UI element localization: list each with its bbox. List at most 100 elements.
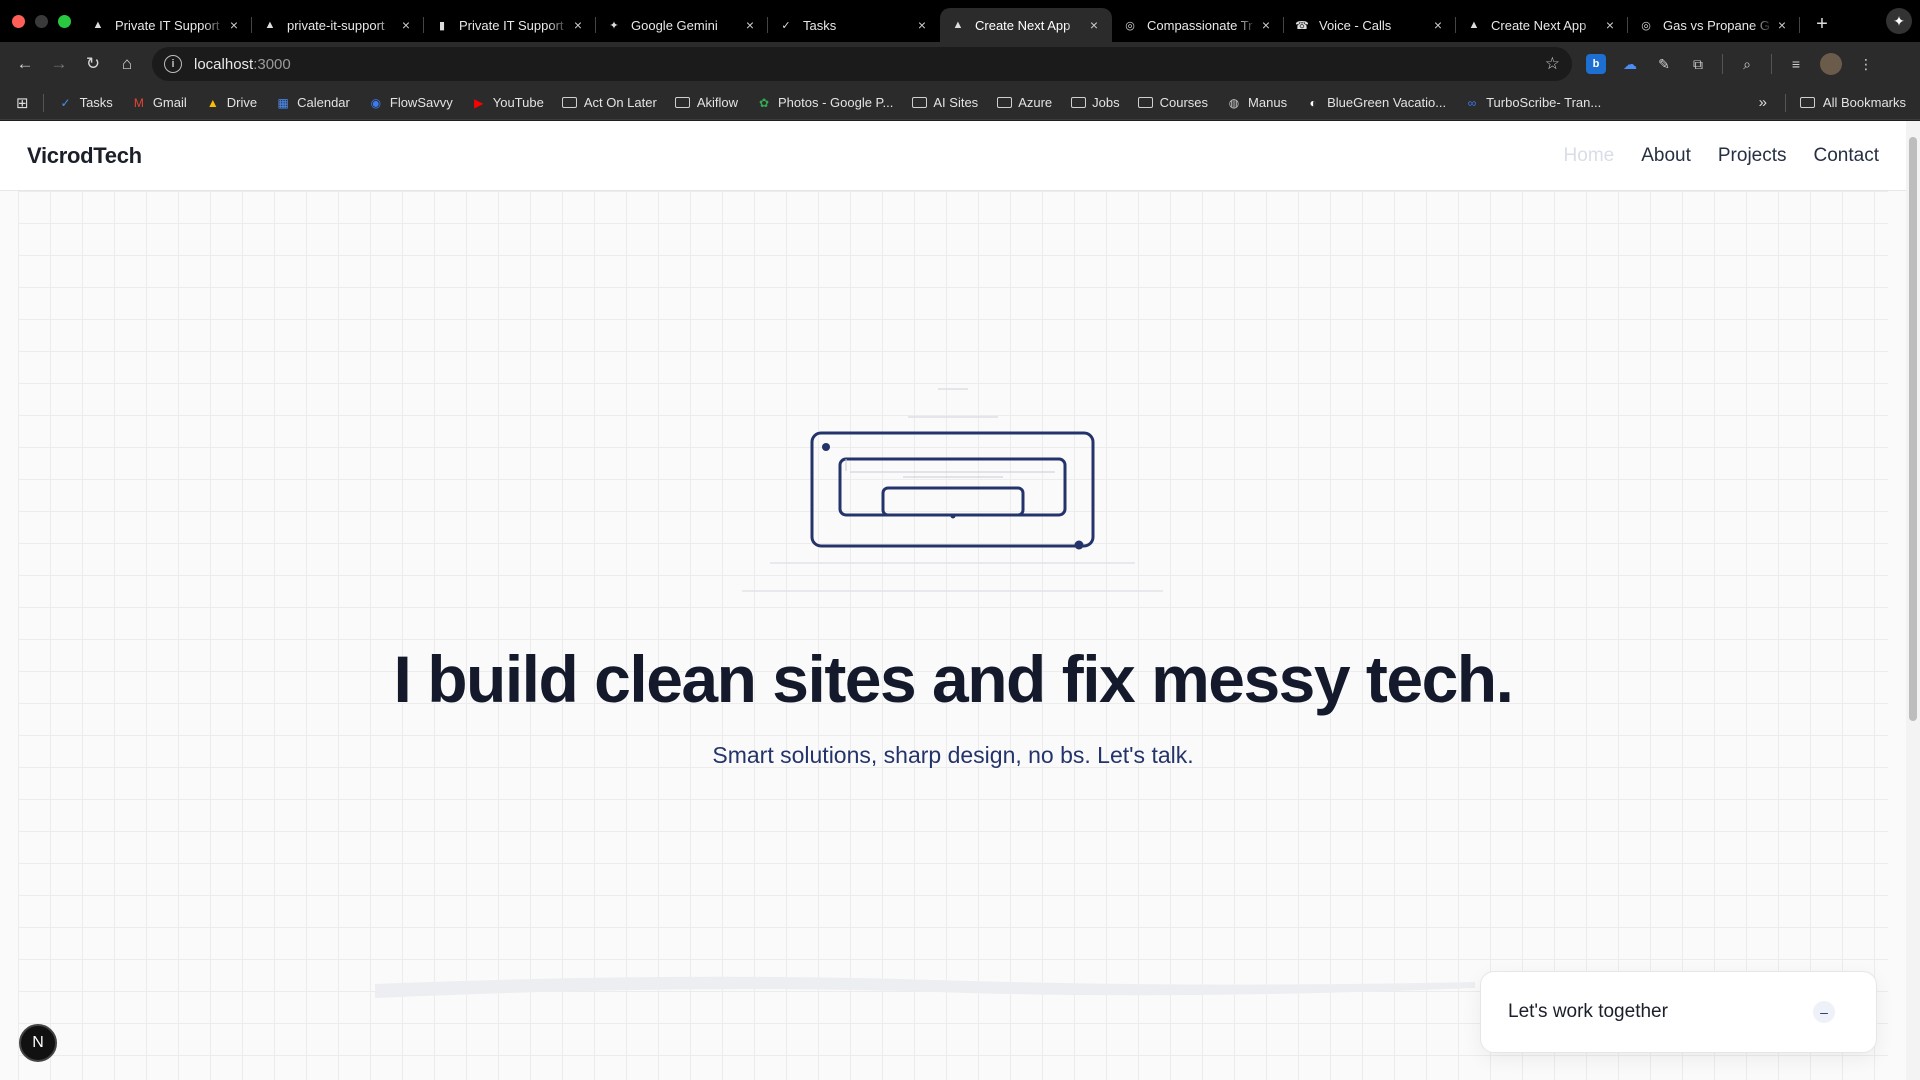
tab-favicon-icon: ▲ (264, 19, 276, 31)
tab-close-icon[interactable]: × (1086, 17, 1102, 33)
tab-favicon-icon: ▲ (952, 19, 964, 31)
browser-tab[interactable]: ▲ private-it-support × (252, 8, 424, 42)
bookmark-item[interactable]: AI Sites (911, 95, 978, 111)
gemini-sparkle-icon[interactable]: ✦ (1886, 8, 1912, 34)
bookmark-item[interactable]: ◍ Manus (1226, 95, 1287, 111)
forward-arrow-icon[interactable]: → (42, 47, 76, 81)
tab-close-icon[interactable]: × (1774, 17, 1790, 33)
tab-favicon-icon: ✓ (781, 19, 791, 32)
nextjs-dev-indicator[interactable]: N (19, 1024, 57, 1062)
folder-icon (996, 95, 1012, 111)
bookmarks-divider (42, 93, 44, 112)
nav-link-about[interactable]: About (1641, 145, 1691, 167)
bookmark-list: ✓ Tasks M Gmail ▲ Drive ▦ Calendar ◉ FlowSavvy ▶ Yo… (58, 95, 1620, 111)
nav-link-contact[interactable]: Contact (1814, 145, 1879, 167)
browser-tab[interactable]: ✓ Tasks × (768, 8, 940, 42)
extension-cloud-icon[interactable]: ☁ (1620, 54, 1640, 74)
bookmark-label: BlueGreen Vacatio... (1327, 95, 1447, 110)
address-bar[interactable]: i localhost:3000 ☆ (152, 47, 1572, 81)
site-info-icon[interactable]: i (164, 55, 182, 73)
cta-toggle-button[interactable]: – (1813, 1001, 1835, 1023)
bookmark-item[interactable]: Jobs (1070, 95, 1120, 111)
tab-list: ▲ Private IT Support × ▲ private-it-support ×… (80, 0, 1800, 42)
bookmark-item[interactable]: ✓ Tasks (58, 95, 113, 111)
reload-icon[interactable]: ↻ (76, 47, 110, 81)
reading-list-icon[interactable]: ≡ (1786, 54, 1806, 74)
bookmark-label: Gmail (152, 95, 187, 110)
nav-link-projects[interactable]: Projects (1718, 145, 1787, 167)
bookmark-label: TurboScribe- Tran... (1486, 95, 1602, 110)
bookmark-item[interactable]: ◉ FlowSavvy (368, 95, 453, 111)
bookmark-label: Manus (1248, 95, 1288, 110)
back-arrow-icon[interactable]: ← (8, 47, 42, 81)
profile-avatar[interactable] (1820, 53, 1842, 75)
extensions-puzzle-icon[interactable]: ⧉ (1688, 54, 1708, 74)
all-bookmarks-button[interactable]: All Bookmarks (1799, 95, 1906, 110)
bookmark-item[interactable]: ▶ YouTube (471, 95, 544, 111)
tab-title: Create Next App (1491, 17, 1587, 33)
cta-card[interactable]: Let's work together – (1480, 971, 1877, 1053)
tab-favicon-icon: ◎ (1125, 19, 1135, 32)
tab-close-icon[interactable]: × (1602, 17, 1618, 33)
site-logo[interactable]: VicrodTech (27, 143, 142, 169)
bookmark-item[interactable]: ∞ TurboScribe- Tran... (1464, 95, 1601, 111)
tab-close-icon[interactable]: × (914, 17, 930, 33)
bookmark-label: Photos - Google P... (778, 95, 894, 110)
hero-device-illustration (742, 388, 1163, 592)
apps-grid-icon[interactable]: ⊞ (16, 94, 29, 112)
bookmark-item[interactable]: ◐ BlueGreen Vacatio... (1305, 95, 1446, 111)
bookmark-label: YouTube (492, 95, 544, 110)
zoom-window-button[interactable] (58, 14, 71, 28)
bookmark-item[interactable]: Azure (996, 95, 1052, 111)
cta-label: Let's work together (1508, 1001, 1668, 1022)
browser-tab[interactable]: ▲ Private IT Support × (80, 8, 252, 42)
search-tabs-icon[interactable]: ⌕ (1737, 54, 1757, 74)
page-viewport: VicrodTech Home About Projects Contact I bu… (0, 121, 1920, 1080)
minimize-window-button[interactable] (35, 14, 48, 28)
home-icon[interactable]: ⌂ (110, 47, 144, 81)
folder-icon (562, 95, 578, 111)
more-bookmarks-icon[interactable]: » (1759, 94, 1767, 111)
bookmark-item[interactable]: Act On Later (562, 95, 657, 111)
bookmark-item[interactable]: ✿ Photos - Google P... (756, 95, 893, 111)
tab-title: Gas vs Propane G (1663, 17, 1770, 33)
tab-close-icon[interactable]: × (570, 17, 586, 33)
bookmark-star-icon[interactable]: ☆ (1545, 54, 1560, 74)
extension-b-icon[interactable]: b (1586, 54, 1606, 74)
browser-tab[interactable]: ▮ Private IT Support × (424, 8, 596, 42)
browser-tab[interactable]: ▲ Create Next App × (940, 8, 1112, 42)
tab-close-icon[interactable]: × (226, 17, 242, 33)
bookmark-item[interactable]: Courses (1138, 95, 1208, 111)
browser-tab[interactable]: ☎ Voice - Calls × (1284, 8, 1456, 42)
tab-favicon-icon: ✦ (609, 19, 619, 32)
browser-tab[interactable]: ◎ Compassionate Tr × (1112, 8, 1284, 42)
folder-icon (911, 95, 927, 111)
bookmark-item[interactable]: M Gmail (131, 95, 187, 111)
new-tab-button[interactable]: + (1808, 10, 1836, 38)
bookmark-item[interactable]: ▦ Calendar (275, 95, 349, 111)
tab-close-icon[interactable]: × (742, 17, 758, 33)
bookmark-item[interactable]: Akiflow (675, 95, 738, 111)
tab-close-icon[interactable]: × (398, 17, 414, 33)
bookmark-label: Azure (1018, 95, 1053, 110)
tab-divider (1799, 17, 1800, 33)
youtube-icon: ▶ (474, 95, 484, 110)
tab-close-icon[interactable]: × (1258, 17, 1274, 33)
tab-title: Tasks (803, 17, 837, 33)
bookmark-label: Drive (226, 95, 258, 110)
browser-tab[interactable]: ◎ Gas vs Propane G × (1628, 8, 1800, 42)
extension-pen-icon[interactable]: ✎ (1654, 54, 1674, 74)
nav-link-home[interactable]: Home (1564, 145, 1615, 167)
tab-favicon-icon: ◎ (1641, 19, 1651, 32)
bookmark-item[interactable]: ▲ Drive (205, 95, 257, 111)
menu-kebab-icon[interactable]: ⋮ (1856, 54, 1876, 74)
site-nav: Home About Projects Contact (1564, 145, 1879, 167)
close-window-button[interactable] (12, 14, 25, 28)
browser-tab[interactable]: ▲ Create Next App × (1456, 8, 1628, 42)
tab-close-icon[interactable]: × (1430, 17, 1446, 33)
browser-tab[interactable]: ✦ Google Gemini × (596, 8, 768, 42)
scrollbar-thumb[interactable] (1909, 137, 1917, 721)
bookmark-label: Jobs (1092, 95, 1120, 110)
page-scrollbar[interactable] (1906, 121, 1920, 1080)
extensions-area: b ☁ ✎ ⧉ ⌕ ≡ ⋮ (1586, 53, 1876, 75)
